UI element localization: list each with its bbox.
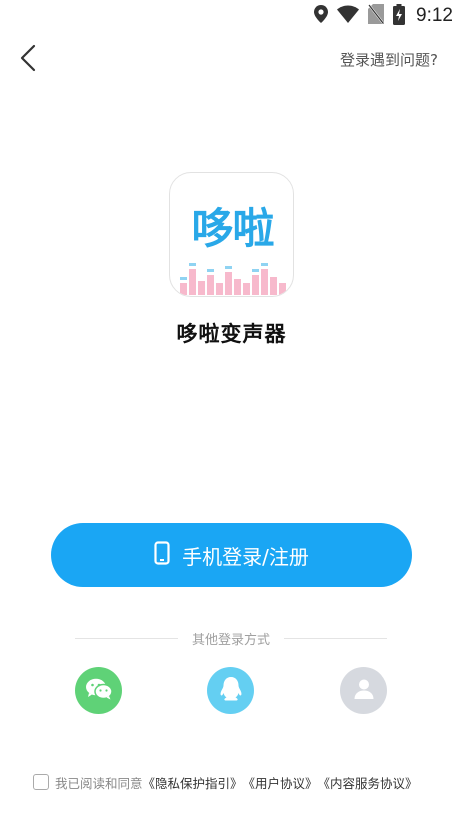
user-icon	[353, 678, 375, 704]
status-bar: 9:12	[0, 0, 463, 32]
divider-line-left	[75, 637, 178, 639]
phone-login-label: 手机登录/注册	[182, 544, 309, 569]
app-logo: 哆啦	[169, 172, 294, 297]
chevron-left-icon	[20, 44, 36, 76]
wechat-login-button[interactable]	[75, 667, 122, 714]
other-login-divider: 其他登录方式	[75, 628, 388, 648]
status-time: 9:12	[416, 5, 453, 26]
logo-text: 哆啦	[191, 204, 274, 253]
app-name: 哆啦变声器	[176, 322, 287, 346]
location-icon	[314, 5, 329, 27]
phone-login-button[interactable]: 手机登录/注册	[51, 523, 412, 587]
battery-charging-icon	[393, 3, 406, 29]
agreement-row: 我已阅读和同意 《隐私保护指引》 《用户协议》 《内容服务协议》	[33, 772, 418, 792]
status-icons: 9:12	[314, 3, 453, 29]
no-sim-icon	[368, 4, 385, 28]
agreement-prefix: 我已阅读和同意	[55, 775, 143, 791]
back-button[interactable]	[10, 40, 46, 80]
other-login-label: 其他登录方式	[192, 632, 271, 648]
wifi-icon	[337, 5, 360, 27]
qq-login-button[interactable]	[207, 667, 254, 714]
agreement-checkbox[interactable]	[33, 774, 49, 790]
wechat-icon	[85, 677, 113, 705]
qq-icon	[219, 676, 243, 706]
guest-login-button[interactable]	[340, 667, 387, 714]
login-help-link[interactable]: 登录遇到问题?	[340, 49, 438, 70]
user-agreement-link[interactable]: 《用户协议》	[243, 773, 318, 792]
content-service-agreement-link[interactable]: 《内容服务协议》	[318, 773, 418, 792]
privacy-guide-link[interactable]: 《隐私保护指引》	[143, 773, 243, 792]
divider-line-right	[284, 637, 388, 639]
phone-icon	[154, 541, 170, 569]
